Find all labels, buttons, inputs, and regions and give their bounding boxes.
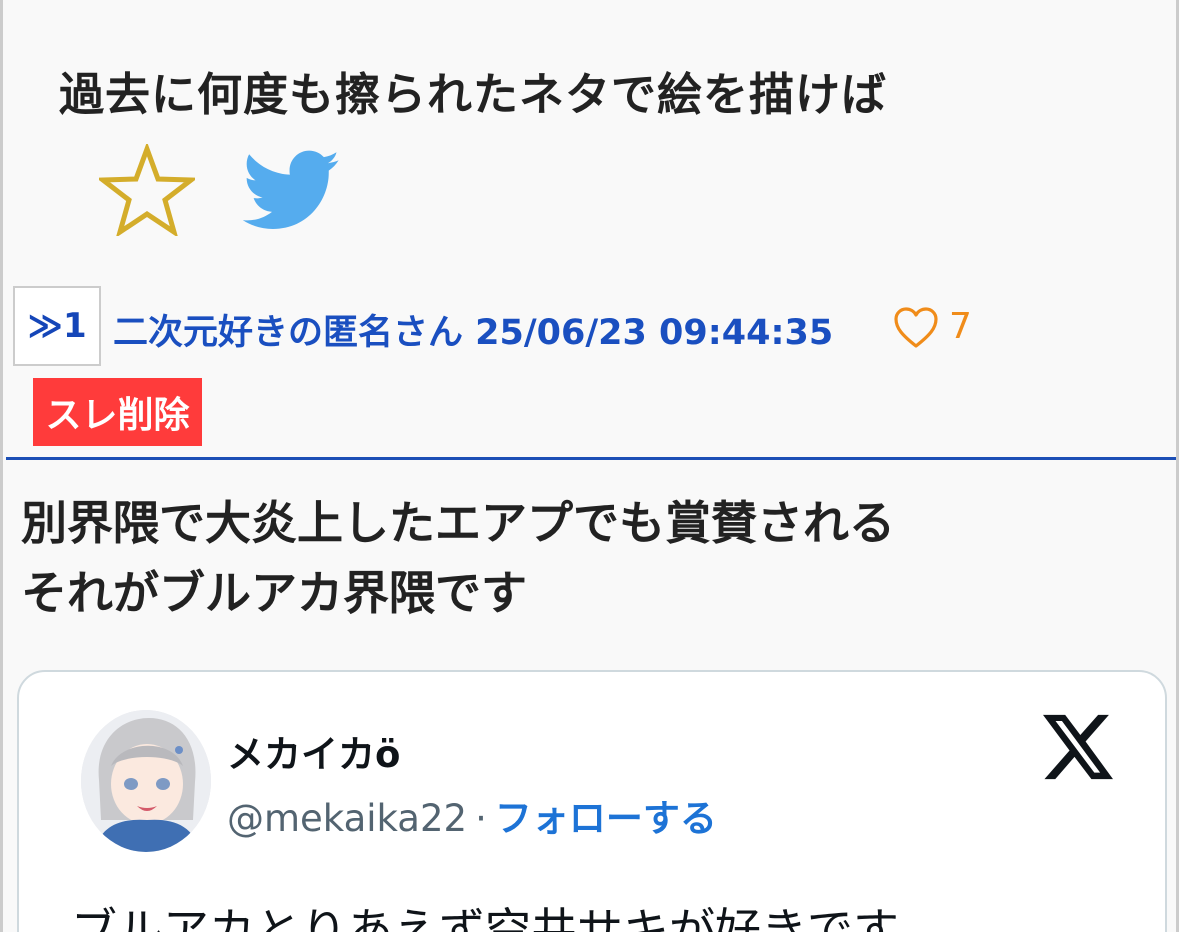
post-body: 別界隈で大炎上したエアプでも賞賛される それがブルアカ界隈です (21, 488, 1161, 628)
post-meta-row: ≫1 二次元好きの匿名さん 25/06/23 09:44:35 7 (13, 286, 1173, 366)
post-body-line: 別界隈で大炎上したエアプでも賞賛される (21, 496, 895, 550)
x-logo-icon[interactable] (1043, 714, 1113, 780)
tweet-handle-row: @mekaika22 · フォローする (227, 788, 717, 842)
embedded-tweet-card[interactable]: メカイカö @mekaika22 · フォローする ブルアカとりあえず空井サキが好き… (17, 670, 1167, 932)
follow-button[interactable]: フォローする (495, 797, 717, 840)
thread-title: 過去に何度も擦られたネタで絵を描けば (59, 68, 888, 121)
tweet-text: ブルアカとりあえず空井サキが好きです (71, 903, 899, 932)
tweet-handle[interactable]: @mekaika22 (227, 797, 467, 840)
twitter-bird-icon[interactable] (243, 150, 341, 232)
post-body-line: それがブルアカ界隈です (21, 566, 527, 620)
res-number-button[interactable]: ≫1 (13, 286, 101, 366)
thread-page: 過去に何度も擦られたネタで絵を描けば ≫1 二次元好きの匿名さん 25/06/2… (0, 0, 1179, 932)
tweet-author-name[interactable]: メカイカö (227, 724, 400, 778)
like-count: 7 (949, 306, 972, 347)
star-outline-icon[interactable] (99, 144, 195, 236)
post-divider (6, 457, 1176, 460)
avatar[interactable] (81, 710, 211, 852)
heart-outline-icon[interactable] (893, 306, 939, 350)
separator-dot: · (475, 797, 487, 840)
delete-thread-button[interactable]: スレ削除 (33, 378, 202, 446)
poster-name-and-date[interactable]: 二次元好きの匿名さん 25/06/23 09:44:35 (113, 304, 833, 355)
